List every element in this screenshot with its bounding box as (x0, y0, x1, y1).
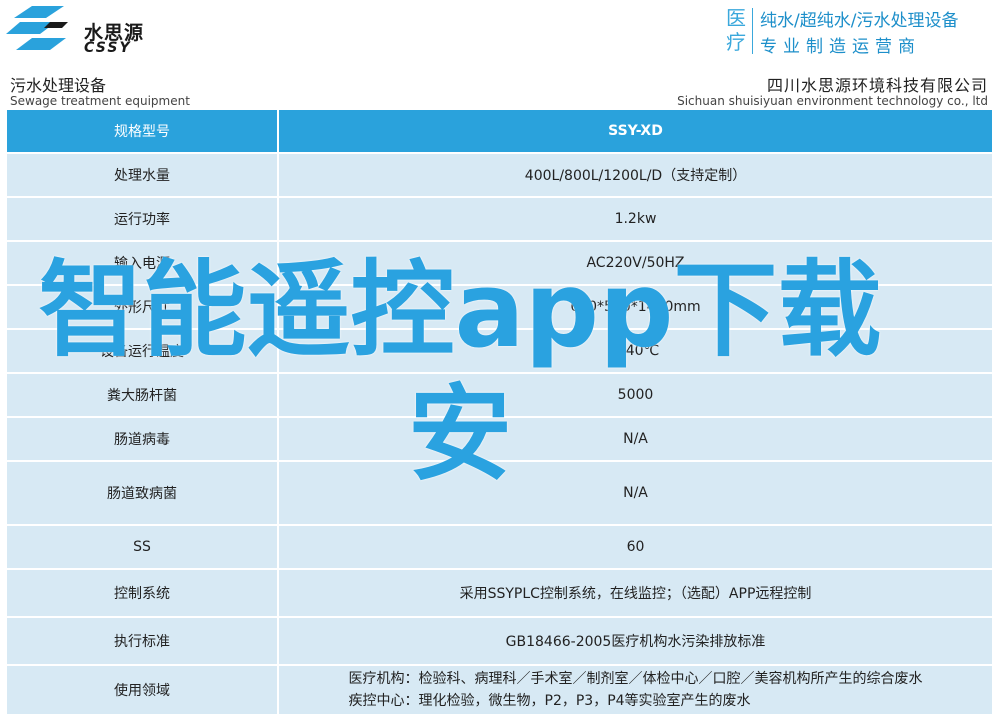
brand-slogan: 医疗 纯水/超纯水/污水处理设备 专业制造运营商 (726, 6, 996, 57)
spec-value: N/A (278, 461, 992, 526)
spec-value: GB18466-2005医疗机构水污染排放标准 (278, 617, 992, 666)
brand-divider (752, 8, 753, 54)
spec-value: AC220V/50HZ (278, 241, 992, 286)
category-title-cn: 污水处理设备 (10, 76, 107, 95)
spec-key: 设备运行温度 (7, 329, 279, 374)
brand-side-label: 医疗 (726, 6, 746, 54)
spec-key: SS (7, 525, 279, 570)
spec-value: 采用SSYPLC控制系统，在线监控；（选配）APP远程控制 (278, 569, 992, 618)
table-row: 外形尺寸 680*560*1440mm (7, 285, 992, 330)
spec-key: 规格型号 (7, 110, 279, 154)
spec-value: 60 (278, 525, 992, 570)
company-name-cn: 四川水思源环境科技有限公司 (766, 76, 988, 95)
category-title-en: Sewage treatment equipment (10, 94, 190, 108)
spec-key: 肠道致病菌 (7, 461, 279, 526)
spec-key: 使用领域 (7, 665, 279, 716)
table-row: 使用领域 医疗机构：检验科、病理科／手术室／制剂室／体检中心／口腔／美容机构所产… (7, 665, 992, 716)
brand-line-operator: 专业制造运营商 (760, 37, 921, 57)
table-row: 处理水量 400L/800L/1200L/D（支持定制） (7, 153, 992, 198)
spec-value: 5000 (278, 373, 992, 418)
table-row: 执行标准 GB18466-2005医疗机构水污染排放标准 (7, 617, 992, 666)
table-row: 肠道病毒 N/A (7, 417, 992, 462)
table-row-model: 规格型号 SSY-XD (7, 110, 992, 154)
table-row: 设备运行温度 5-40℃ (7, 329, 992, 374)
spec-value: N/A (278, 417, 992, 462)
spec-value: SSY-XD (278, 110, 992, 154)
spec-key: 运行功率 (7, 197, 279, 242)
spec-value: 680*560*1440mm (278, 285, 992, 330)
usage-lines: 医疗机构：检验科、病理科／手术室／制剂室／体检中心／口腔／美容机构所产生的综合废… (349, 668, 923, 712)
table-row: 输入电源 AC220V/50HZ (7, 241, 992, 286)
table-row: 控制系统 采用SSYPLC控制系统，在线监控；（选配）APP远程控制 (7, 569, 992, 618)
spec-key: 控制系统 (7, 569, 279, 618)
spec-value: 1.2kw (278, 197, 992, 242)
logo-name-en: CSSY (84, 40, 132, 56)
spec-key: 处理水量 (7, 153, 279, 198)
spec-key: 粪大肠杆菌 (7, 373, 279, 418)
spec-key: 外形尺寸 (7, 285, 279, 330)
page-header: 水思源 CSSY 医疗 纯水/超纯水/污水处理设备 专业制造运营商 (0, 0, 1000, 60)
usage-line-medical: 医疗机构：检验科、病理科／手术室／制剂室／体检中心／口腔／美容机构所产生的综合废… (348, 671, 923, 687)
logo-mark-icon (6, 6, 68, 50)
spec-value: 5-40℃ (278, 329, 992, 374)
spec-key: 执行标准 (7, 617, 279, 666)
logo: 水思源 CSSY (6, 6, 146, 56)
company-name-en: Sichuan shuisiyuan environment technolog… (677, 94, 988, 108)
spec-table: 规格型号 SSY-XD 处理水量 400L/800L/1200L/D（支持定制）… (7, 110, 992, 716)
spec-value-multiline: 医疗机构：检验科、病理科／手术室／制剂室／体检中心／口腔／美容机构所产生的综合废… (278, 665, 992, 716)
document-subheader: 污水处理设备 Sewage treatment equipment 四川水思源环… (0, 60, 1000, 110)
spec-key: 输入电源 (7, 241, 279, 286)
brand-line-products: 纯水/超纯水/污水处理设备 (760, 11, 959, 31)
table-row: 运行功率 1.2kw (7, 197, 992, 242)
spec-value: 400L/800L/1200L/D（支持定制） (278, 153, 992, 198)
spec-key: 肠道病毒 (7, 417, 279, 462)
usage-line-cdc: 疾控中心：理化检验，微生物，P2，P3，P4等实验室产生的废水 (348, 693, 751, 709)
table-row: 粪大肠杆菌 5000 (7, 373, 992, 418)
table-row: 肠道致病菌 N/A (7, 461, 992, 526)
table-row: SS 60 (7, 525, 992, 570)
